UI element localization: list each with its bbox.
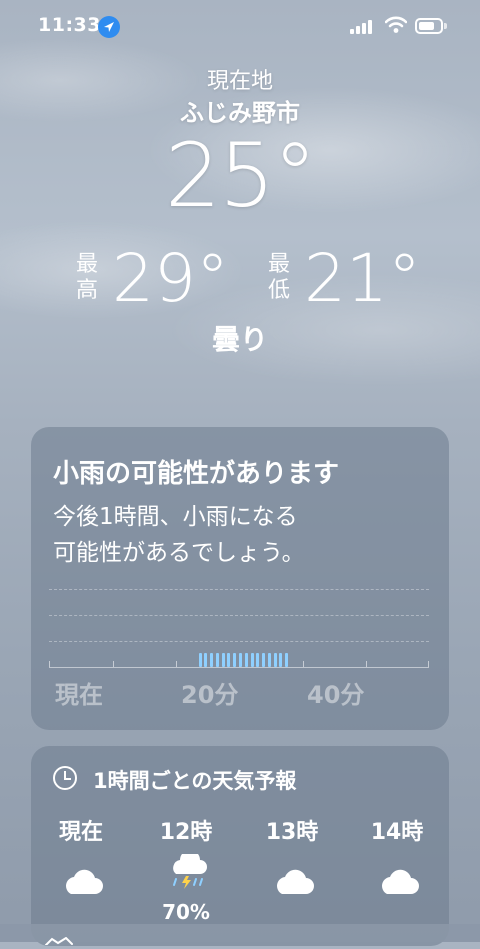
wifi-icon: [384, 15, 408, 35]
low-label-char-2: 低: [267, 278, 290, 303]
hour-label: 14時: [370, 820, 424, 845]
precipitation-description-line-1: 今後1時間、小雨になる: [53, 504, 298, 530]
thunderstorm-icon: [166, 850, 210, 889]
high-low-temperatures: 最高 29° 最低 21°: [0, 240, 480, 317]
chart-gridline: [49, 615, 429, 616]
low-temperature: 21°: [304, 240, 421, 317]
weather-condition: 曇り: [211, 323, 268, 356]
precipitation-bar: [256, 653, 260, 667]
precipitation-bar: [227, 653, 231, 667]
precipitation-bar: [279, 653, 283, 667]
precipitation-card[interactable]: 小雨の可能性があります 今後1時間、小雨になる 可能性があるでしょう。 現在 2…: [31, 427, 449, 730]
precipitation-bar: [221, 653, 225, 667]
hour-label: 13時: [265, 820, 319, 845]
precipitation-bar: [215, 653, 219, 667]
precipitation-bar: [244, 653, 248, 667]
battery-icon: [415, 18, 443, 34]
high-label-char-2: 高: [75, 278, 98, 303]
high-temperature: 29°: [112, 240, 229, 317]
precipitation-bar: [273, 653, 277, 667]
precipitation-bar: [250, 653, 254, 667]
low-label-char-1: 最: [267, 252, 290, 277]
high-label: 最高: [74, 252, 100, 304]
chart-tick: [303, 661, 304, 667]
status-time: 11:33: [38, 14, 101, 36]
battery-cap: [444, 23, 447, 29]
chart-gridline: [49, 641, 429, 642]
weather-header: 現在地 ふじみ野市 25°: [0, 66, 480, 224]
precipitation-bar: [204, 653, 208, 667]
chart-baseline: [49, 667, 429, 668]
hour-label: 12時: [159, 820, 213, 845]
signal-icon: [350, 18, 376, 34]
chart-tick: [366, 661, 367, 667]
high-label-char-1: 最: [75, 252, 98, 277]
precipitation-bar: [198, 653, 202, 667]
low-label: 最低: [266, 252, 292, 304]
precipitation-bar: [262, 653, 266, 667]
current-temperature: 25°: [165, 124, 317, 227]
chart-label-40min: 40分: [307, 681, 365, 709]
chart-tick: [113, 661, 114, 667]
location-arrow-icon: [98, 16, 120, 38]
precipitation-chart: 現在 20分 40分: [31, 577, 449, 727]
precipitation-title: 小雨の可能性があります: [53, 459, 340, 489]
precipitation-chance: 70%: [162, 900, 210, 924]
precipitation-bar: [267, 653, 271, 667]
status-bar: 11:33: [0, 0, 480, 54]
chart-tick: [49, 661, 50, 667]
precipitation-bar: [285, 653, 289, 667]
hourly-item: 13時: [242, 814, 342, 894]
location-label: 現在地: [206, 69, 273, 94]
precipitation-bar: [239, 653, 242, 667]
chart-label-20min: 20分: [181, 681, 239, 709]
chart-tick: [176, 661, 177, 667]
hour-label: 現在: [58, 820, 103, 845]
cloud-icon: [377, 866, 421, 896]
precipitation-description-line-2: 可能性があるでしょう。: [53, 540, 305, 566]
hourly-forecast-title: 1時間ごとの天気予報: [93, 769, 297, 793]
map-icon[interactable]: [44, 930, 74, 946]
cloud-icon: [272, 866, 316, 896]
hourly-item: 14時: [347, 814, 447, 894]
hourly-item: 12時 70%: [136, 814, 236, 924]
hourly-item: 現在: [31, 814, 131, 894]
chart-tick: [428, 661, 429, 667]
cloud-icon: [61, 866, 105, 896]
chart-gridline: [49, 589, 429, 590]
precipitation-bar: [233, 653, 237, 667]
clock-icon: [53, 766, 77, 790]
precipitation-bar: [210, 653, 214, 667]
precipitation-description: 今後1時間、小雨になる 可能性があるでしょう。: [53, 499, 433, 571]
hourly-forecast-card[interactable]: 1時間ごとの天気予報 現在 12時 70% 13時 14時: [31, 746, 449, 946]
chart-label-now: 現在: [55, 681, 103, 709]
